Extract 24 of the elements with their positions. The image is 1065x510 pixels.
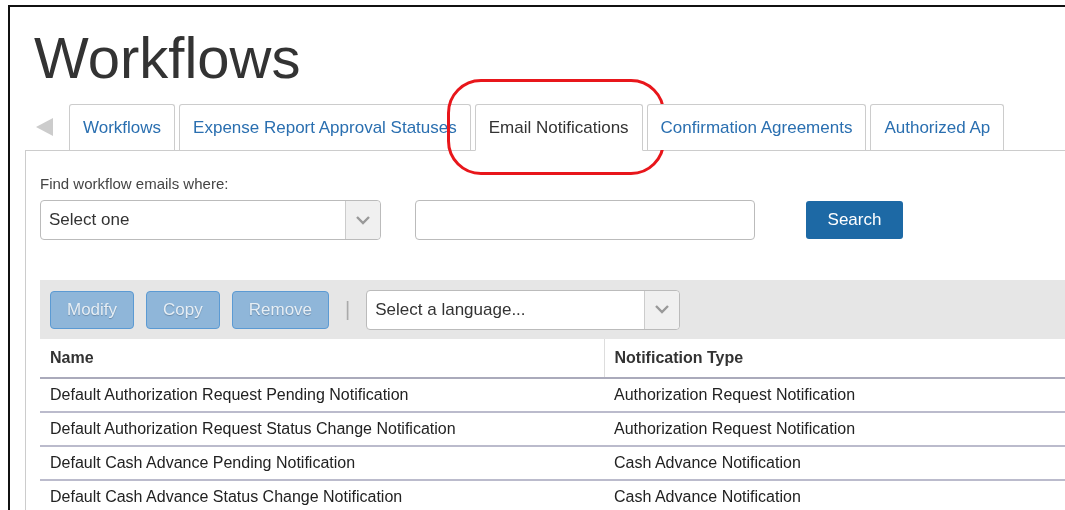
search-button[interactable]: Search: [806, 201, 903, 239]
column-header: Notification Type: [604, 339, 1065, 378]
search-label: Find workflow emails where:: [40, 175, 230, 192]
column-header: Name: [40, 339, 604, 378]
language-dropdown[interactable]: Select a language...: [366, 289, 681, 330]
table-cell: Default Cash Advance Pending Notification: [40, 446, 604, 480]
table-cell: Default Authorization Request Status Change Notification: [40, 412, 604, 446]
scroll-left-icon[interactable]: [36, 118, 53, 136]
toolbar-separator: |: [345, 298, 351, 321]
table-cell: Default Authorization Request Pending Notification: [40, 378, 604, 412]
table-cell: Cash Advance Notification: [604, 446, 1065, 480]
table-cell: Default Cash Advance Status Change Notification: [40, 480, 604, 510]
tab[interactable]: Email Notifications: [474, 104, 643, 151]
table-cell: Cash Advance Notification: [604, 480, 1065, 510]
tab[interactable]: Confirmation Agreements: [646, 104, 867, 150]
criteria-dropdown[interactable]: Select one: [40, 200, 381, 240]
page-title: Workflows: [34, 25, 301, 91]
chevron-down-icon: [356, 215, 370, 225]
search-field[interactable]: [415, 200, 755, 240]
table-cell: Authorization Request Notification: [604, 378, 1065, 412]
tab[interactable]: Authorized Ap: [870, 104, 1005, 150]
table-cell: Authorization Request Notification: [604, 412, 1065, 446]
tab[interactable]: Workflows: [69, 104, 176, 150]
chevron-down-icon: [655, 305, 670, 314]
